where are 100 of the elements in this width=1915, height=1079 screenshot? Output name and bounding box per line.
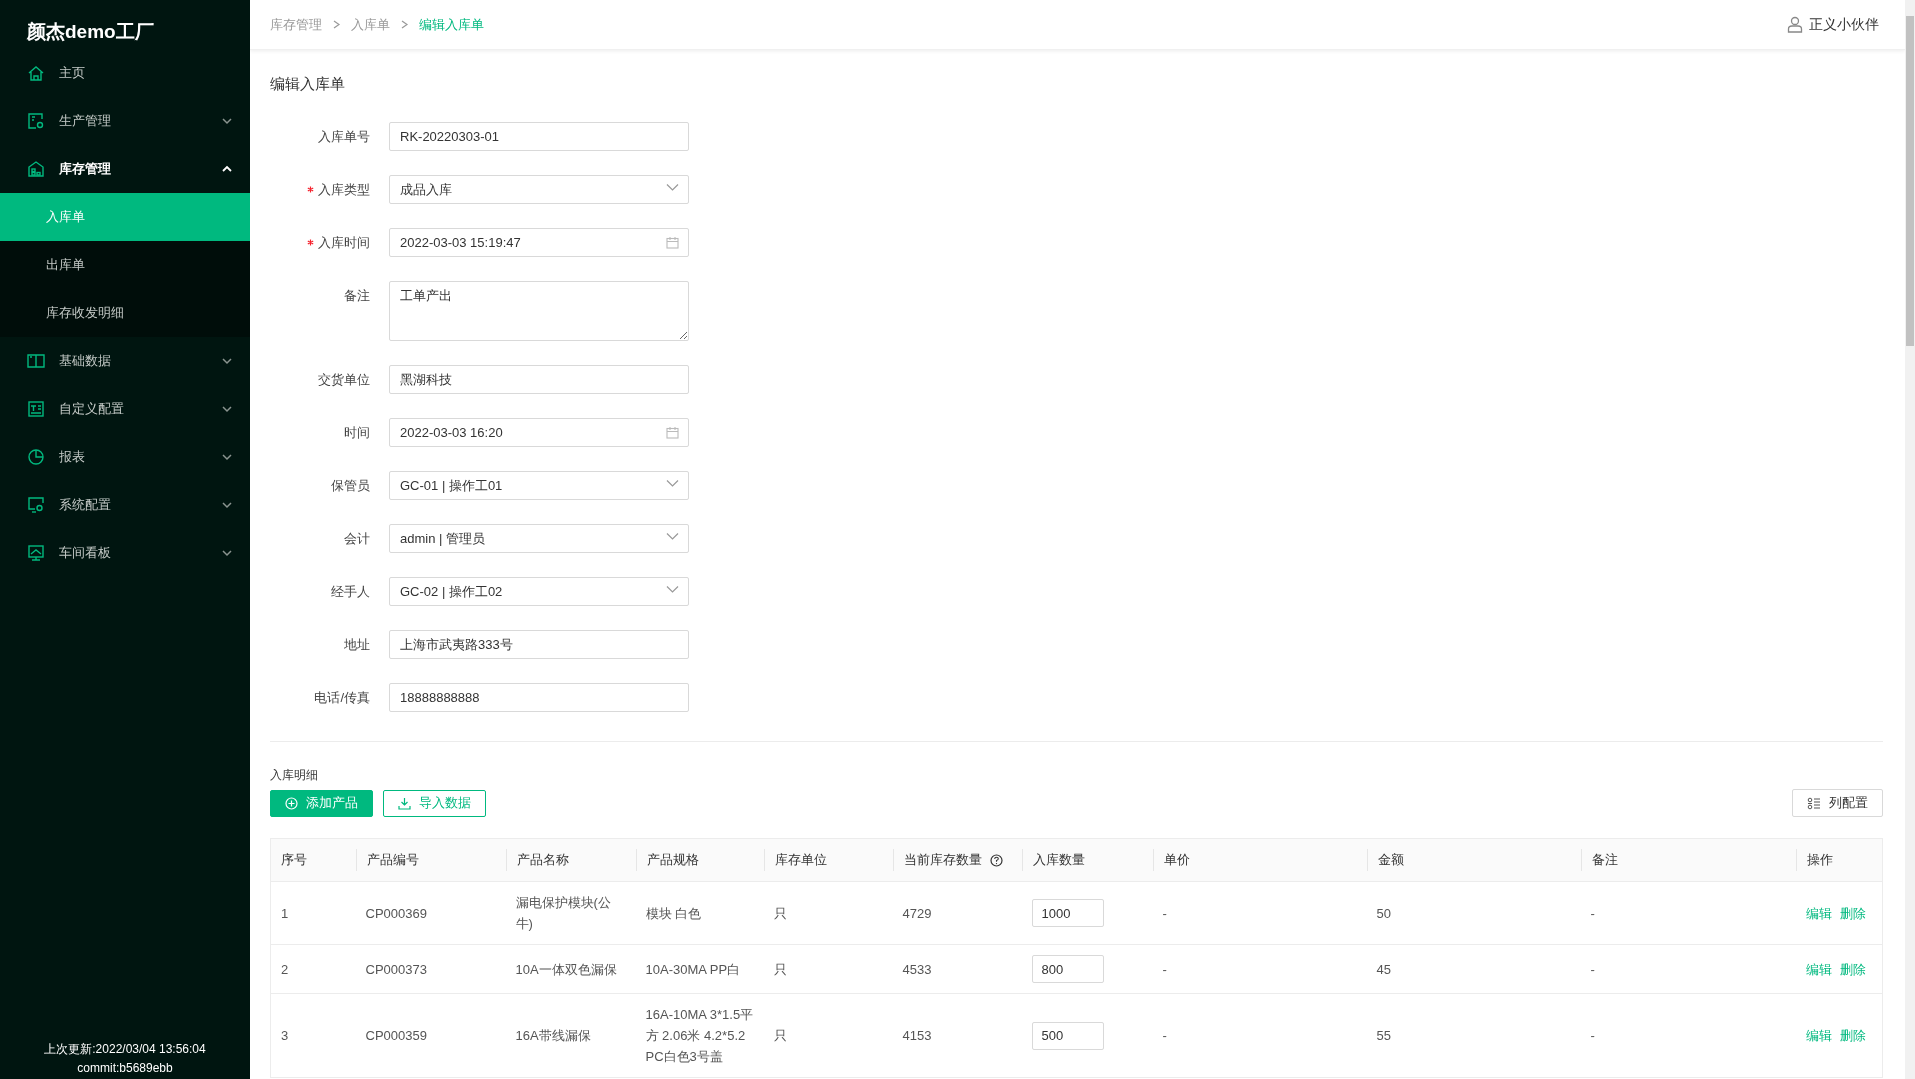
field-label: 地址 [344,636,370,654]
date-field[interactable]: 2022-03-03 15:19:47 [389,228,689,257]
quantity-input[interactable]: 800 [1031,955,1104,983]
monitor-gear-icon [27,496,45,514]
date-field[interactable]: 2022-03-03 16:20 [389,418,689,447]
field-label: 电话/传真 [314,689,370,707]
download-icon [398,796,411,810]
sidebar-item[interactable]: 主页 [0,49,250,97]
table-cell: - [1590,1028,1595,1043]
column-header: 操作 [1806,851,1833,869]
column-header: 产品编号 [366,851,419,869]
field-label: 入库单号 [318,128,370,146]
column-header: 入库数量 [1032,851,1085,869]
table-cell: 4729 [902,905,932,921]
table-cell: 10A一体双色漏保 [515,961,617,977]
field-label: 会计 [344,530,370,548]
sidebar-item[interactable]: 系统配置 [0,481,250,529]
sidebar-item[interactable]: 自定义配置 [0,385,250,433]
table-cell: 4153 [902,1028,932,1043]
select-field[interactable]: GC-01 | 操作工01 [389,471,689,500]
table-cell: 2 [281,961,289,977]
table-cell: CP000359 [365,1028,427,1043]
plus-circle-icon [285,796,298,810]
field-label: 入库时间 [318,234,370,252]
column-config-button[interactable]: 列配置 [1792,789,1883,817]
table-cell: CP000373 [365,961,427,977]
input-field[interactable]: 18888888888 [389,683,689,712]
sidebar-item[interactable]: 报表 [0,433,250,481]
column-header: 备注 [1591,851,1618,869]
board-icon [27,400,45,418]
sidebar-item[interactable]: 库存管理 [0,145,250,193]
table-cell: 只 [773,1028,787,1043]
submenu-item[interactable]: 出库单 [0,241,250,289]
commit-text: commit:b5689ebb [77,1061,173,1075]
field-label: 入库类型 [318,181,370,199]
quantity-input[interactable]: 500 [1031,1021,1104,1050]
pie-chart-icon [27,448,45,466]
quantity-input[interactable]: 1000 [1031,899,1104,927]
breadcrumb-separator-icon [332,19,341,30]
column-header: 产品规格 [646,851,699,869]
section-title: 入库明细 [270,767,319,783]
last-update-text: 上次更新:2022/03/04 13:56:04 [44,1041,206,1058]
select-field[interactable]: admin | 管理员 [389,524,689,553]
input-field[interactable]: RK-20220303-01 [389,122,689,151]
book-icon [27,352,45,370]
table-cell: - [1590,961,1595,977]
submenu-item[interactable]: 库存收发明细 [0,289,250,337]
table-cell: 漏电保护模块(公牛) [515,895,611,931]
table-cell: 10A-30MA PP白 [645,961,741,977]
table-cell: 16A-10MA 3*1.5平方 2.06米 4.2*5.2 PC白色3号盖 [645,1007,754,1064]
field-label: 时间 [344,424,370,442]
table-cell: CP000369 [365,905,427,921]
calendar-icon [666,426,679,439]
column-header: 当前库存数量 [903,851,982,869]
chevron-down-icon [666,479,679,488]
table-cell: 4533 [902,961,932,977]
table-cell: - [1162,1028,1167,1043]
select-field[interactable]: GC-02 | 操作工02 [389,577,689,606]
sidebar-item[interactable]: 基础数据 [0,337,250,385]
calendar-icon [666,236,679,249]
field-label: 备注 [344,287,370,305]
table-cell: 16A带线漏保 [515,1028,591,1043]
table-cell: 1 [281,905,289,921]
select-field[interactable]: 成品入库 [389,175,689,204]
column-header: 序号 [281,851,307,869]
field-label: 交货单位 [318,371,370,389]
sidebar-item[interactable]: 生产管理 [0,97,250,145]
building-icon [27,160,45,178]
table-cell: 50 [1376,905,1391,921]
table-cell: 45 [1376,961,1391,977]
chevron-down-icon [666,532,679,541]
home-icon [27,64,45,82]
column-header: 金额 [1377,851,1404,869]
textarea-field[interactable]: 工单产出 [389,281,689,341]
table-cell: 55 [1376,1028,1391,1043]
input-field[interactable]: 黑湖科技 [389,365,689,394]
app-logo: 颜杰demo工厂 [26,20,154,44]
chevron-down-icon [666,183,679,192]
sidebar-item[interactable]: 车间看板 [0,529,250,577]
table-cell: 只 [773,961,787,977]
table-cell: - [1162,961,1167,977]
input-field[interactable]: 上海市武夷路333号 [389,630,689,659]
breadcrumb-separator-icon [400,19,409,30]
column-header: 单价 [1163,851,1190,869]
document-gear-icon [27,112,45,130]
column-header: 库存单位 [774,851,827,869]
page-title: 编辑入库单 [270,74,346,94]
scrollbar-thumb[interactable] [1906,16,1914,346]
field-label: 保管员 [331,477,370,495]
table-cell: 模块 白色 [645,905,702,921]
field-label: 经手人 [331,583,370,601]
column-settings-icon [1807,796,1821,810]
monitor-chart-icon [27,544,45,562]
user-name[interactable]: 正义小伙伴 [1809,15,1879,34]
table-cell: - [1590,905,1595,921]
table-cell: 只 [773,905,787,921]
column-header: 产品名称 [516,851,569,869]
chevron-down-icon [666,585,679,594]
user-icon [1787,16,1803,33]
table-cell: - [1162,905,1167,921]
